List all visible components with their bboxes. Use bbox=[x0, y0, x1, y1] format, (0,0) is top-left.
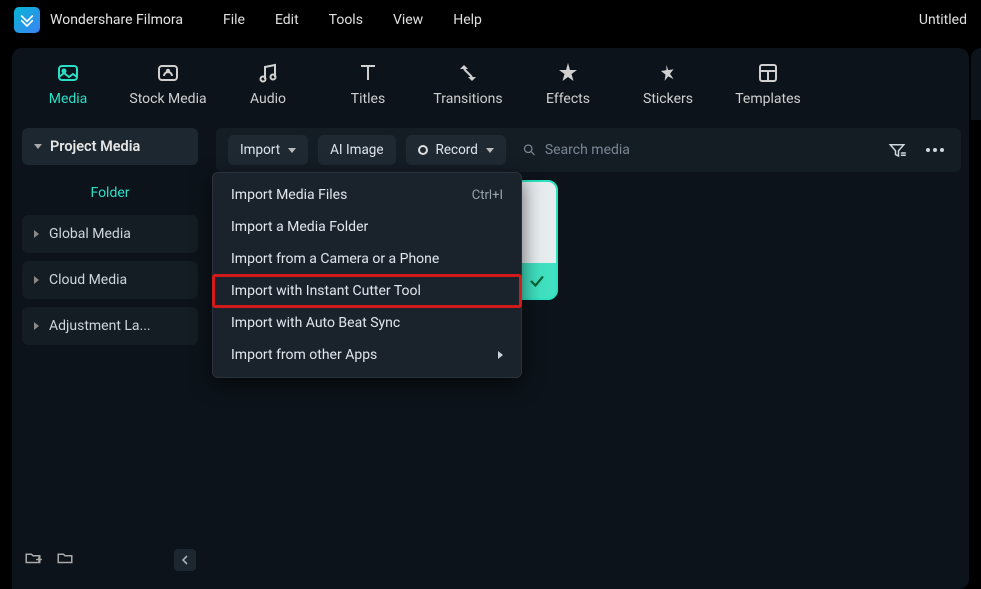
ai-image-button[interactable]: AI Image bbox=[318, 135, 395, 165]
tab-transitions[interactable]: Transitions bbox=[422, 48, 514, 120]
sidebar-item-global-media[interactable]: Global Media bbox=[22, 215, 198, 253]
titles-icon bbox=[356, 61, 380, 85]
chevron-right-icon bbox=[34, 276, 39, 284]
dd-shortcut: Ctrl+I bbox=[472, 188, 503, 203]
transitions-icon bbox=[456, 61, 480, 85]
import-label: Import bbox=[240, 142, 280, 158]
collapse-sidebar-button[interactable] bbox=[174, 549, 196, 571]
chevron-right-icon bbox=[34, 322, 39, 330]
tab-effects[interactable]: Effects bbox=[522, 48, 614, 120]
effects-icon bbox=[556, 61, 580, 85]
dd-label: Import with Instant Cutter Tool bbox=[231, 283, 421, 299]
search-icon bbox=[522, 142, 537, 158]
dd-import-media-folder[interactable]: Import a Media Folder bbox=[213, 211, 521, 243]
menu-tools[interactable]: Tools bbox=[329, 12, 363, 28]
dd-label: Import from a Camera or a Phone bbox=[231, 251, 439, 267]
tab-label: Stickers bbox=[643, 91, 693, 107]
dd-import-other-apps[interactable]: Import from other Apps bbox=[213, 339, 521, 371]
filter-button[interactable] bbox=[883, 141, 911, 159]
tab-label: Titles bbox=[351, 91, 385, 107]
dd-label: Import with Auto Beat Sync bbox=[231, 315, 400, 331]
record-label: Record bbox=[436, 142, 478, 158]
tab-audio[interactable]: Audio bbox=[222, 48, 314, 120]
tab-media[interactable]: Media bbox=[22, 48, 114, 120]
import-button[interactable]: Import bbox=[228, 135, 308, 165]
templates-icon bbox=[756, 61, 780, 85]
menu-file[interactable]: File bbox=[223, 12, 245, 28]
tab-label: Transitions bbox=[433, 91, 502, 107]
search-input[interactable] bbox=[545, 142, 873, 158]
import-dropdown: Import Media Files Ctrl+I Import a Media… bbox=[212, 172, 522, 378]
tab-stickers[interactable]: Stickers bbox=[622, 48, 714, 120]
sidebar-header-project-media[interactable]: Project Media bbox=[22, 128, 198, 165]
sidebar-folder[interactable]: Folder bbox=[22, 175, 198, 215]
sidebar-item-label: Global Media bbox=[49, 226, 131, 242]
menu-edit[interactable]: Edit bbox=[275, 12, 299, 28]
sidebar-item-label: Adjustment La... bbox=[49, 318, 151, 334]
check-icon bbox=[528, 272, 546, 290]
dd-import-media-files[interactable]: Import Media Files Ctrl+I bbox=[213, 179, 521, 211]
tab-label: Media bbox=[49, 91, 88, 107]
right-panel-sliver bbox=[971, 48, 981, 120]
tab-titles[interactable]: Titles bbox=[322, 48, 414, 120]
sidebar-footer bbox=[22, 543, 198, 581]
stickers-icon bbox=[656, 61, 680, 85]
sidebar-item-label: Cloud Media bbox=[49, 272, 127, 288]
dd-import-instant-cutter[interactable]: Import with Instant Cutter Tool bbox=[213, 275, 521, 307]
sidebar: Project Media Folder Global Media Cloud … bbox=[12, 120, 208, 589]
app-title: Wondershare Filmora bbox=[50, 12, 183, 28]
more-icon bbox=[926, 148, 944, 152]
chevron-down-icon bbox=[288, 148, 296, 153]
tab-stock-media[interactable]: Stock Media bbox=[122, 48, 214, 120]
new-folder-icon[interactable] bbox=[24, 549, 42, 571]
menu-help[interactable]: Help bbox=[453, 12, 482, 28]
top-tabs: Media Stock Media Audio Titles Transitio… bbox=[12, 48, 969, 120]
media-icon bbox=[56, 61, 80, 85]
sidebar-header-label: Project Media bbox=[50, 138, 140, 155]
tab-label: Audio bbox=[250, 91, 286, 107]
folder-icon[interactable] bbox=[56, 549, 74, 571]
content-panel: Import AI Image Record bbox=[208, 120, 969, 589]
chevron-right-icon bbox=[498, 351, 503, 359]
search-field[interactable] bbox=[516, 142, 873, 158]
chevron-down-icon bbox=[486, 148, 494, 153]
sidebar-item-adjustment-layer[interactable]: Adjustment La... bbox=[22, 307, 198, 345]
titlebar: Wondershare Filmora File Edit Tools View… bbox=[0, 0, 981, 40]
menubar: File Edit Tools View Help bbox=[223, 12, 482, 28]
record-button[interactable]: Record bbox=[406, 135, 506, 165]
stock-media-icon bbox=[156, 61, 180, 85]
sidebar-item-cloud-media[interactable]: Cloud Media bbox=[22, 261, 198, 299]
document-title: Untitled bbox=[919, 12, 967, 28]
record-icon bbox=[418, 145, 428, 155]
media-thumbnail[interactable] bbox=[518, 180, 558, 300]
tab-label: Stock Media bbox=[129, 91, 206, 107]
dd-label: Import a Media Folder bbox=[231, 219, 368, 235]
dd-import-auto-beat-sync[interactable]: Import with Auto Beat Sync bbox=[213, 307, 521, 339]
chevron-right-icon bbox=[34, 230, 39, 238]
dd-label: Import Media Files bbox=[231, 187, 347, 203]
main-area: Media Stock Media Audio Titles Transitio… bbox=[12, 48, 969, 589]
dd-import-camera-phone[interactable]: Import from a Camera or a Phone bbox=[213, 243, 521, 275]
tab-label: Effects bbox=[546, 91, 590, 107]
more-options-button[interactable] bbox=[921, 148, 949, 152]
ai-image-label: AI Image bbox=[330, 142, 383, 158]
sidebar-folder-label: Folder bbox=[90, 185, 129, 201]
tab-label: Templates bbox=[735, 91, 801, 107]
audio-icon bbox=[256, 61, 280, 85]
tab-templates[interactable]: Templates bbox=[722, 48, 814, 120]
dd-label: Import from other Apps bbox=[231, 347, 377, 363]
content-toolbar: Import AI Image Record bbox=[216, 128, 961, 172]
app-logo bbox=[14, 7, 40, 33]
menu-view[interactable]: View bbox=[393, 12, 423, 28]
chevron-down-icon bbox=[34, 144, 42, 149]
